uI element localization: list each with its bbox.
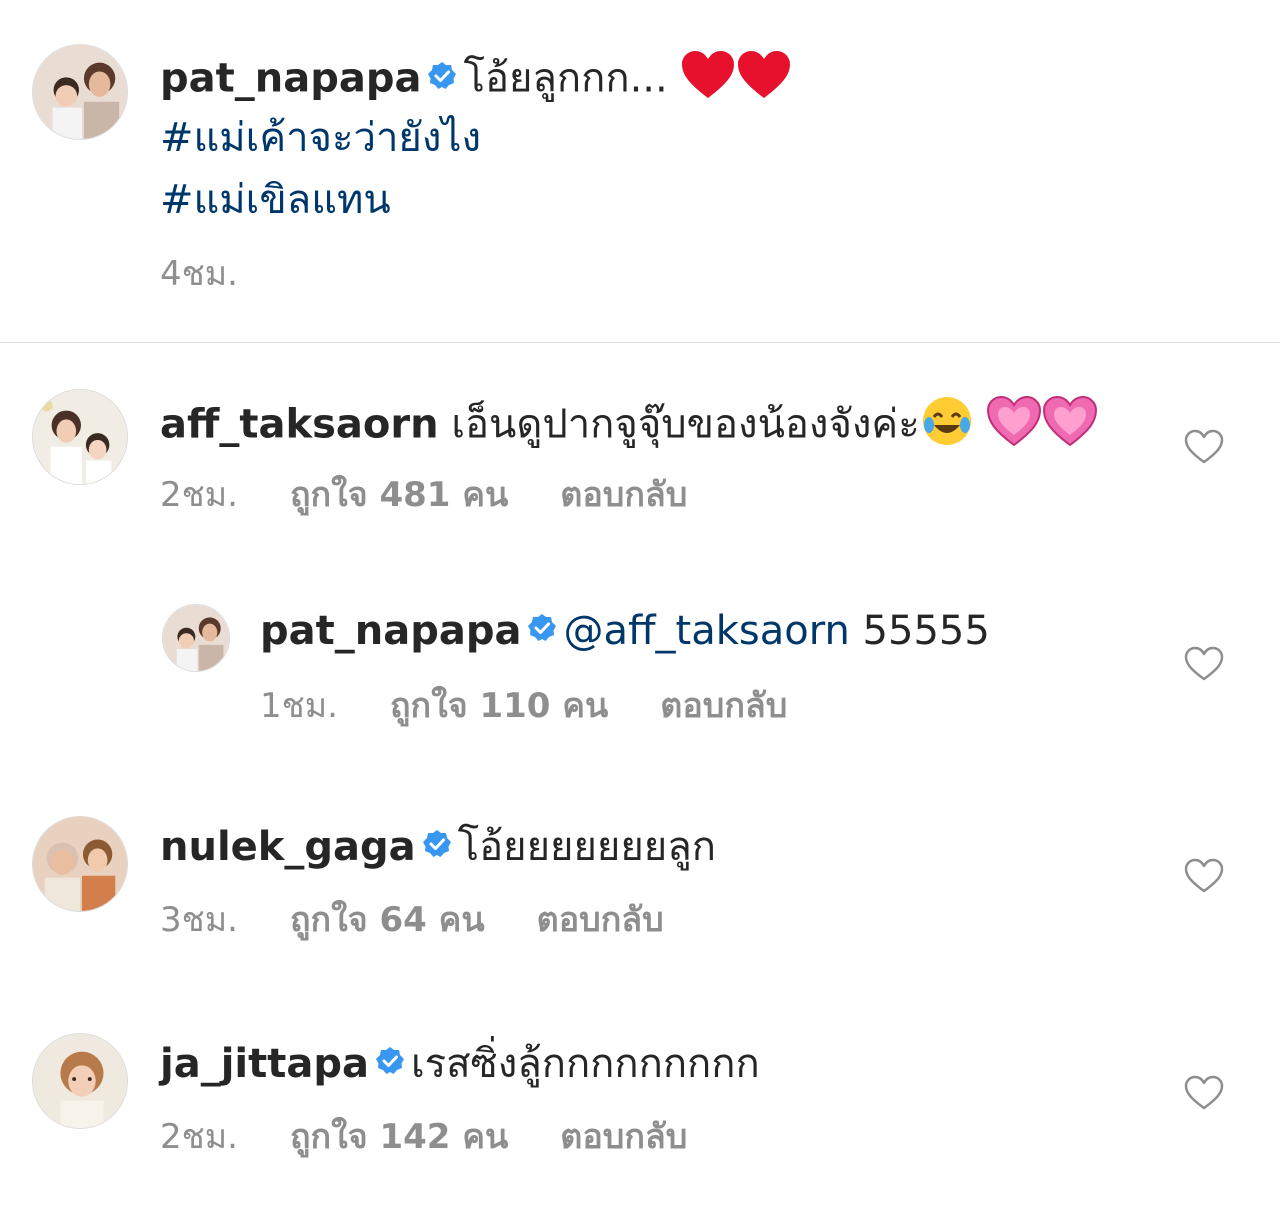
verified-badge-icon — [427, 54, 457, 102]
comment-timestamp: 1ชม. — [260, 686, 338, 726]
hashtag-link[interactable]: #แม่เค้าจะว่ายังไง — [160, 114, 481, 162]
tears-of-joy-icon — [920, 395, 974, 458]
comment-timestamp: 3ชม. — [160, 900, 238, 940]
like-count[interactable]: ถูกใจ 142 คน — [290, 1117, 508, 1157]
comment-timestamp: 2ชม. — [160, 475, 238, 515]
comment-username[interactable]: aff_taksaorn — [160, 402, 439, 448]
caption-timestamp: 4ชม. — [160, 254, 238, 294]
comment-meta: 2ชม. ถูกใจ 481 คน ตอบกลับ — [160, 475, 687, 515]
comment-line: aff_taksaorn เอ็นดูปากจูจุ๊บของน้องจังค่… — [160, 395, 1098, 458]
pink-heart-icon — [986, 395, 1042, 458]
avatar[interactable] — [32, 44, 128, 140]
comment-text: เอ็นดูปากจูจุ๊บของน้องจังค่ะ — [451, 401, 920, 448]
verified-badge-icon — [527, 606, 557, 654]
like-count[interactable]: ถูกใจ 110 คน — [390, 686, 608, 726]
like-heart-icon[interactable] — [1184, 429, 1224, 465]
reply-button[interactable]: ตอบกลับ — [537, 900, 664, 940]
red-heart-icon — [736, 50, 792, 111]
like-count[interactable]: ถูกใจ 64 คน — [290, 900, 485, 940]
comment-timestamp: 2ชม. — [160, 1117, 238, 1157]
comment-line: nulek_gaga โอ้ยยยยยยยลูก — [160, 822, 716, 876]
avatar[interactable] — [32, 389, 128, 485]
reply-button[interactable]: ตอบกลับ — [660, 686, 787, 726]
comment-text: 55555 — [849, 608, 990, 654]
hashtag-link[interactable]: #แม่เขิลแทน — [160, 176, 391, 224]
comment-username[interactable]: ja_jittapa — [160, 1041, 369, 1087]
pink-heart-icon — [1042, 395, 1098, 458]
comment-username[interactable]: pat_napapa — [260, 608, 521, 654]
reply-button[interactable]: ตอบกลับ — [560, 475, 687, 515]
comment-text: โอ้ยยยยยยยลูก — [457, 824, 716, 870]
comment-username[interactable]: nulek_gaga — [160, 824, 416, 870]
red-heart-icon — [680, 50, 736, 111]
comment-meta: 1ชม. ถูกใจ 110 คน ตอบกลับ — [260, 686, 787, 726]
caption-username[interactable]: pat_napapa — [160, 56, 421, 102]
reply-button[interactable]: ตอบกลับ — [560, 1117, 687, 1157]
like-heart-icon[interactable] — [1184, 1075, 1224, 1111]
comment-item: ja_jittapa เรสซิ่งลู้กกกกกกกกก 2ชม. ถูกใจ … — [0, 987, 1280, 1207]
like-heart-icon[interactable] — [1184, 858, 1224, 894]
avatar[interactable] — [162, 604, 230, 672]
comment-meta: 3ชม. ถูกใจ 64 คน ตอบกลับ — [160, 900, 664, 940]
comment-meta: 2ชม. ถูกใจ 142 คน ตอบกลับ — [160, 1117, 687, 1157]
avatar[interactable] — [32, 816, 128, 912]
comment-item: aff_taksaorn เอ็นดูปากจูจุ๊บของน้องจังค่… — [0, 343, 1280, 543]
avatar[interactable] — [32, 1033, 128, 1129]
caption-block: pat_napapa โอ้ยลูกกก... #แม่เค้าจะว่ายังไ… — [0, 0, 1280, 342]
mention-link[interactable]: @aff_taksaorn — [563, 608, 849, 654]
comment-text: เรสซิ่งลู้กกกกกกกกก — [410, 1041, 760, 1087]
reply-item: pat_napapa @aff_taksaorn 55555 1ชม. ถูกใจ … — [0, 560, 1280, 770]
comment-item: nulek_gaga โอ้ยยยยยยยลูก 3ชม. ถูกใจ 64 คน ต… — [0, 770, 1280, 980]
comment-line: ja_jittapa เรสซิ่งลู้กกกกกกกกก — [160, 1039, 760, 1093]
verified-badge-icon — [375, 1039, 405, 1087]
verified-badge-icon — [422, 822, 452, 870]
caption-line: pat_napapa โอ้ยลูกกก... — [160, 50, 792, 111]
comment-line: pat_napapa @aff_taksaorn 55555 — [260, 606, 990, 660]
like-heart-icon[interactable] — [1184, 646, 1224, 682]
like-count[interactable]: ถูกใจ 481 คน — [290, 475, 508, 515]
caption-text: โอ้ยลูกกก... — [463, 55, 668, 102]
